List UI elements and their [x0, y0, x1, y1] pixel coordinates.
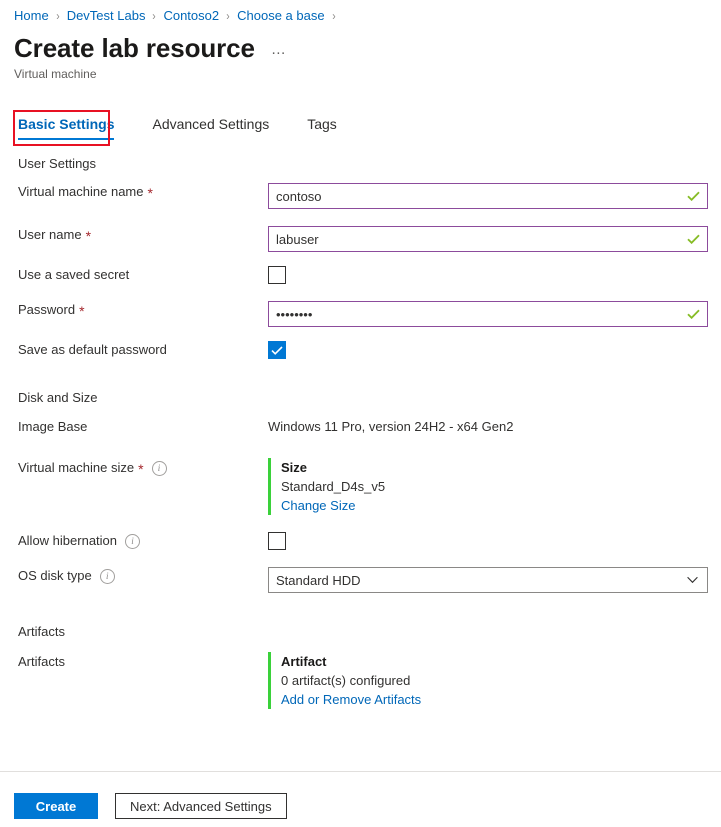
field-wrap: [268, 301, 721, 327]
label-text: Artifacts: [18, 654, 65, 669]
password-textbox[interactable]: [268, 301, 708, 327]
page-title: Create lab resource: [14, 33, 255, 63]
page-header: Create lab resource …: [14, 32, 287, 64]
section-header-user-settings: User Settings: [18, 156, 97, 171]
label-text: Allow hibernation: [18, 533, 118, 548]
breadcrumb-separator-icon: ›: [55, 9, 60, 23]
create-button[interactable]: Create: [14, 793, 98, 819]
field-wrap: Size Standard_D4s_v5 Change Size: [268, 458, 721, 515]
artifacts-card-title: Artifact: [281, 654, 327, 669]
breadcrumb-separator-icon: ›: [226, 9, 230, 23]
breadcrumb-item-contoso2[interactable]: Contoso2: [163, 7, 219, 25]
info-icon[interactable]: i: [151, 460, 167, 476]
field-wrap: [268, 341, 721, 359]
password-input[interactable]: [269, 302, 707, 326]
artifacts-card-value: 0 artifact(s) configured: [281, 673, 411, 688]
more-options-icon[interactable]: …: [271, 41, 288, 58]
field-row-image-base: Image Base Windows 11 Pro, version 24H2 …: [0, 418, 721, 436]
image-base-value: Windows 11 Pro, version 24H2 - x64 Gen2: [268, 419, 514, 434]
required-marker: *: [85, 228, 92, 244]
footer-action-bar: Create Next: Advanced Settings: [14, 793, 287, 819]
change-size-link[interactable]: Change Size: [281, 496, 721, 515]
artifacts-card: Artifact 0 artifact(s) configured Add or…: [268, 652, 721, 709]
label-virtual-machine-size: Virtual machine size * i: [18, 458, 268, 477]
allow-hibernation-checkbox[interactable]: [268, 532, 286, 550]
required-marker: *: [147, 185, 153, 201]
tab-advanced-settings[interactable]: Advanced Settings: [152, 115, 269, 140]
vm-size-card-value: Standard_D4s_v5: [281, 479, 386, 494]
user-name-textbox[interactable]: [268, 226, 708, 252]
tab-tags[interactable]: Tags: [307, 115, 337, 140]
label-text: Virtual machine name: [18, 184, 144, 199]
required-marker: *: [138, 461, 144, 477]
field-wrap: Artifact 0 artifact(s) configured Add or…: [268, 652, 721, 709]
label-save-as-default-password: Save as default password: [18, 341, 268, 359]
field-wrap: Windows 11 Pro, version 24H2 - x64 Gen2: [268, 418, 721, 436]
label-text: OS disk type: [18, 568, 92, 583]
label-text: Password: [18, 302, 76, 317]
label-artifacts: Artifacts: [18, 652, 268, 671]
section-header-artifacts: Artifacts: [18, 624, 65, 639]
field-row-virtual-machine-name: Virtual machine name *: [0, 183, 721, 209]
tab-bar: Basic Settings Advanced Settings Tags: [18, 115, 375, 140]
label-os-disk-type: OS disk type i: [18, 567, 268, 585]
field-row-artifacts: Artifacts Artifact 0 artifact(s) configu…: [0, 652, 721, 709]
label-text: Virtual machine size: [18, 460, 135, 475]
label-image-base: Image Base: [18, 418, 268, 436]
breadcrumb-item-home[interactable]: Home: [14, 7, 49, 25]
breadcrumb-separator-icon: ›: [331, 9, 336, 23]
chevron-down-icon: [687, 576, 698, 584]
field-row-save-as-default-password: Save as default password: [0, 341, 721, 359]
field-row-virtual-machine-size: Virtual machine size * i Size Standard_D…: [0, 458, 721, 515]
field-row-user-name: User name *: [0, 226, 721, 252]
label-allow-hibernation: Allow hibernation i: [18, 532, 268, 550]
os-disk-type-select[interactable]: Standard HDD: [268, 567, 708, 593]
label-virtual-machine-name: Virtual machine name *: [18, 183, 268, 201]
breadcrumb-separator-icon: ›: [152, 9, 157, 23]
page-subtitle: Virtual machine: [14, 67, 97, 81]
use-a-saved-secret-checkbox[interactable]: [268, 266, 286, 284]
label-password: Password *: [18, 301, 268, 319]
field-wrap: [268, 266, 721, 287]
info-icon[interactable]: i: [99, 568, 115, 584]
checkmark-icon: [271, 345, 283, 355]
field-row-password: Password *: [0, 301, 721, 327]
field-wrap: Standard HDD: [268, 567, 721, 593]
label-text: User name: [18, 227, 82, 242]
virtual-machine-name-textbox[interactable]: [268, 183, 708, 209]
field-wrap: [268, 226, 721, 252]
field-wrap: [268, 532, 721, 553]
required-marker: *: [79, 303, 85, 319]
field-row-os-disk-type: OS disk type i Standard HDD: [0, 567, 721, 593]
next-advanced-settings-button[interactable]: Next: Advanced Settings: [115, 793, 287, 819]
user-name-input[interactable]: [269, 227, 707, 251]
footer-divider: [0, 771, 721, 772]
label-use-a-saved-secret: Use a saved secret: [18, 266, 268, 284]
label-text: Save as default password: [18, 342, 167, 357]
field-wrap: [268, 183, 721, 209]
form-basic-settings: User Settings Virtual machine name * Use…: [0, 155, 721, 709]
label-text: Use a saved secret: [18, 267, 130, 282]
field-row-use-a-saved-secret: Use a saved secret: [0, 266, 721, 287]
label-text: Image Base: [18, 419, 88, 434]
virtual-machine-name-input[interactable]: [269, 184, 707, 208]
tab-basic-settings[interactable]: Basic Settings: [18, 115, 115, 140]
field-row-allow-hibernation: Allow hibernation i: [0, 532, 721, 553]
breadcrumb: Home › DevTest Labs › Contoso2 › Choose …: [14, 7, 343, 25]
breadcrumb-item-devtest-labs[interactable]: DevTest Labs: [67, 7, 146, 25]
label-user-name: User name *: [18, 226, 268, 244]
save-as-default-password-checkbox[interactable]: [268, 341, 286, 359]
os-disk-type-selected-value: Standard HDD: [276, 572, 361, 588]
section-header-disk-and-size: Disk and Size: [18, 390, 98, 405]
info-icon[interactable]: i: [125, 533, 141, 549]
vm-size-card: Size Standard_D4s_v5 Change Size: [268, 458, 721, 515]
breadcrumb-item-choose-a-base[interactable]: Choose a base: [237, 7, 324, 25]
add-or-remove-artifacts-link[interactable]: Add or Remove Artifacts: [281, 690, 721, 709]
vm-size-card-title: Size: [281, 460, 308, 475]
